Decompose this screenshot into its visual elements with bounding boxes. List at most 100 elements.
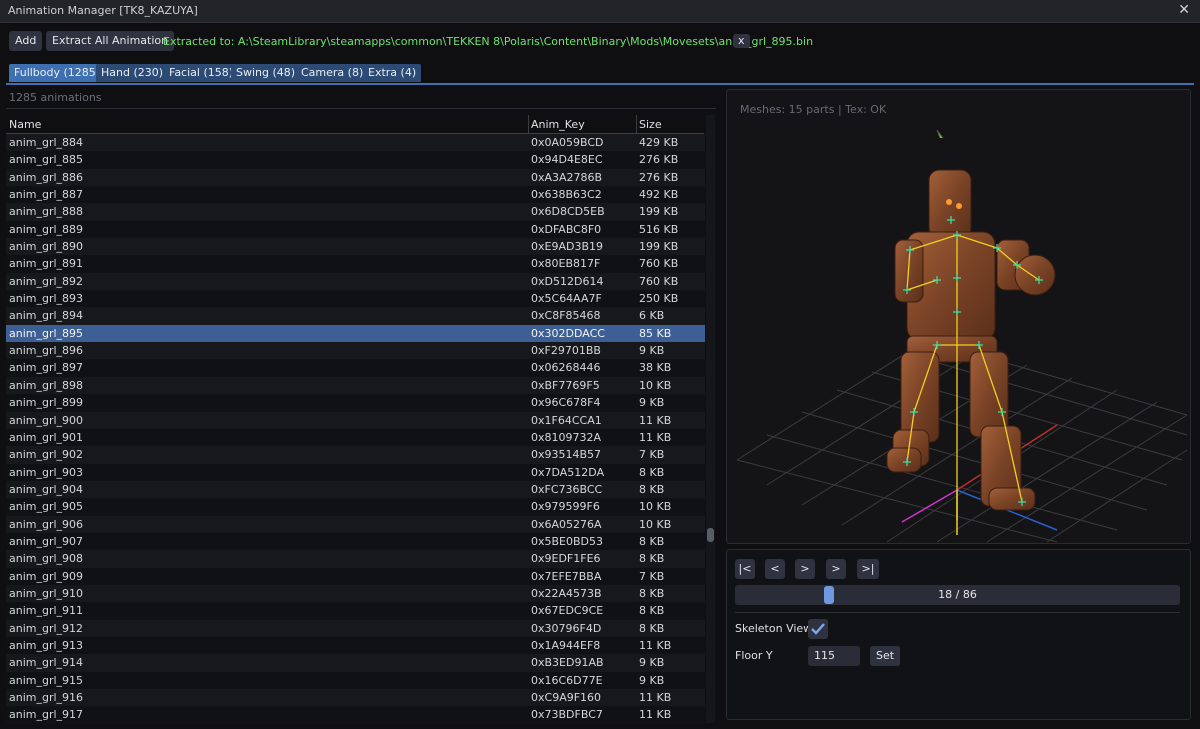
column-header-size[interactable]: Size — [639, 118, 662, 131]
table-row[interactable]: anim_grl_912 0x30796F4D 8 KB — [6, 619, 705, 637]
row-name: anim_grl_904 — [9, 482, 84, 496]
row-name: anim_grl_887 — [9, 188, 84, 202]
column-header-name[interactable]: Name — [9, 118, 41, 131]
table-row[interactable]: anim_grl_895 0x302DDACC 85 KB — [6, 324, 705, 343]
row-size: 516 KB — [639, 222, 679, 236]
table-row[interactable]: anim_grl_885 0x94D4E8EC 276 KB — [6, 151, 705, 169]
table-row[interactable]: anim_grl_901 0x8109732A 11 KB — [6, 428, 705, 447]
extract-all-button[interactable]: Extract All Animation — [46, 31, 175, 51]
checkmark-icon — [811, 623, 825, 635]
row-anim-key: 0x96C678F4 — [531, 396, 601, 410]
table-row[interactable]: anim_grl_898 0xBF7769F5 10 KB — [6, 376, 705, 395]
scrollbar-thumb[interactable] — [707, 528, 714, 542]
tab-facial[interactable]: Facial (158) — [164, 64, 239, 82]
row-name: anim_grl_895 — [9, 326, 84, 340]
play-button[interactable]: > — [795, 559, 815, 579]
table-row[interactable]: anim_grl_887 0x638B63C2 492 KB — [6, 186, 705, 204]
skeleton-view-checkbox[interactable] — [808, 619, 828, 639]
add-button[interactable]: Add — [9, 31, 43, 51]
row-size: 492 KB — [639, 188, 679, 202]
column-header-anim-key[interactable]: Anim_Key — [531, 118, 585, 131]
table-row[interactable]: anim_grl_891 0x80EB817F 760 KB — [6, 255, 705, 273]
row-name: anim_grl_917 — [9, 708, 84, 722]
row-anim-key: 0x1A944EF8 — [531, 638, 601, 652]
table-row[interactable]: anim_grl_890 0xE9AD3B19 199 KB — [6, 238, 705, 256]
tab-camera[interactable]: Camera (8) — [296, 64, 369, 82]
table-row[interactable]: anim_grl_910 0x22A4573B 8 KB — [6, 584, 705, 603]
row-anim-key: 0x0A059BCD — [531, 136, 604, 149]
row-size: 11 KB — [639, 413, 672, 427]
table-row[interactable]: anim_grl_908 0x9EDF1FE6 8 KB — [6, 550, 705, 568]
row-anim-key: 0x8109732A — [531, 430, 602, 444]
row-size: 8 KB — [639, 604, 665, 618]
character-model — [886, 129, 1056, 511]
row-size: 10 KB — [639, 500, 672, 514]
tab-extra[interactable]: Extra (4) — [363, 64, 422, 82]
frame-slider[interactable]: 18 / 86 — [735, 585, 1180, 605]
first-frame-button[interactable]: |< — [735, 559, 755, 579]
table-row[interactable]: anim_grl_893 0x5C64AA7F 250 KB — [6, 290, 705, 308]
table-row[interactable]: anim_grl_914 0xB3ED91AB 9 KB — [6, 654, 705, 672]
row-name: anim_grl_910 — [9, 586, 84, 600]
tab-hand[interactable]: Hand (230) — [96, 64, 169, 82]
table-row[interactable]: anim_grl_907 0x5BE0BD53 8 KB — [6, 532, 705, 551]
row-name: anim_grl_894 — [9, 309, 84, 323]
column-separator[interactable] — [636, 115, 637, 133]
last-frame-button[interactable]: >| — [857, 559, 879, 579]
close-icon[interactable]: ✕ — [1178, 2, 1190, 18]
3d-viewport[interactable]: Meshes: 15 parts | Tex: OK — [726, 89, 1191, 544]
table-row[interactable]: anim_grl_904 0xFC736BCC 8 KB — [6, 480, 705, 499]
row-anim-key: 0x06268446 — [531, 361, 601, 375]
tab-swing[interactable]: Swing (48) — [231, 64, 301, 82]
row-anim-key: 0x94D4E8EC — [531, 153, 603, 167]
floor-y-input[interactable]: 115 — [808, 646, 860, 666]
table-row[interactable]: anim_grl_900 0x1F64CCA1 11 KB — [6, 411, 705, 429]
table-row[interactable]: anim_grl_896 0xF29701BB 9 KB — [6, 342, 705, 360]
table-row[interactable]: anim_grl_913 0x1A944EF8 11 KB — [6, 636, 705, 655]
row-name: anim_grl_898 — [9, 378, 84, 392]
table-row[interactable]: anim_grl_894 0xC8F85468 6 KB — [6, 307, 705, 325]
row-name: anim_grl_884 — [9, 136, 84, 149]
table-row[interactable]: anim_grl_903 0x7DA512DA 8 KB — [6, 463, 705, 481]
table-row[interactable]: anim_grl_886 0xA3A2786B 276 KB — [6, 168, 705, 187]
animation-count: 1285 animations — [9, 91, 102, 104]
row-anim-key: 0x7EFE7BBA — [531, 569, 602, 583]
prev-frame-button[interactable]: < — [765, 559, 785, 579]
row-size: 85 KB — [639, 326, 672, 340]
table-row[interactable]: anim_grl_902 0x93514B57 7 KB — [6, 446, 705, 464]
row-size: 38 KB — [639, 361, 672, 375]
dismiss-status-button[interactable]: x — [733, 34, 750, 48]
column-separator[interactable] — [528, 115, 529, 133]
table-row[interactable]: anim_grl_906 0x6A05276A 10 KB — [6, 515, 705, 533]
row-anim-key: 0xA3A2786B — [531, 170, 603, 184]
table-row[interactable]: anim_grl_888 0x6D8CD5EB 199 KB — [6, 203, 705, 221]
row-size: 9 KB — [639, 673, 665, 687]
table-row[interactable]: anim_grl_897 0x06268446 38 KB — [6, 359, 705, 377]
title-bar: Animation Manager [TK8_KAZUYA] ✕ — [0, 0, 1200, 23]
table-row[interactable]: anim_grl_909 0x7EFE7BBA 7 KB — [6, 567, 705, 585]
row-anim-key: 0x5BE0BD53 — [531, 534, 604, 548]
row-name: anim_grl_888 — [9, 205, 84, 219]
table-row[interactable]: anim_grl_884 0x0A059BCD 429 KB — [6, 134, 705, 152]
set-floor-button[interactable]: Set — [870, 646, 901, 666]
table-scrollbar[interactable] — [706, 115, 715, 723]
frame-readout: 18 / 86 — [938, 588, 977, 601]
table-row[interactable]: anim_grl_892 0xD512D614 760 KB — [6, 272, 705, 291]
row-name: anim_grl_890 — [9, 240, 84, 254]
table-row[interactable]: anim_grl_911 0x67EDC9CE 8 KB — [6, 602, 705, 620]
skeleton-view-label: Skeleton View — [735, 622, 813, 635]
tab-fullbody[interactable]: Fullbody (1285) — [9, 64, 106, 82]
row-name: anim_grl_913 — [9, 638, 84, 652]
floor-grid — [736, 339, 1188, 543]
row-anim-key: 0x30796F4D — [531, 621, 602, 635]
row-size: 7 KB — [639, 448, 665, 462]
row-name: anim_grl_902 — [9, 448, 84, 462]
table-row[interactable]: anim_grl_915 0x16C6D77E 9 KB — [6, 671, 705, 689]
table-row[interactable]: anim_grl_899 0x96C678F4 9 KB — [6, 394, 705, 412]
table-row[interactable]: anim_grl_916 0xC9A9F160 11 KB — [6, 689, 705, 707]
next-frame-button[interactable]: > — [826, 559, 846, 579]
table-row[interactable]: anim_grl_905 0x979599F6 10 KB — [6, 498, 705, 516]
row-name: anim_grl_900 — [9, 413, 84, 427]
table-row[interactable]: anim_grl_889 0xDFABC8F0 516 KB — [6, 220, 705, 239]
table-row[interactable]: anim_grl_917 0x73BDFBC7 11 KB — [6, 706, 705, 724]
